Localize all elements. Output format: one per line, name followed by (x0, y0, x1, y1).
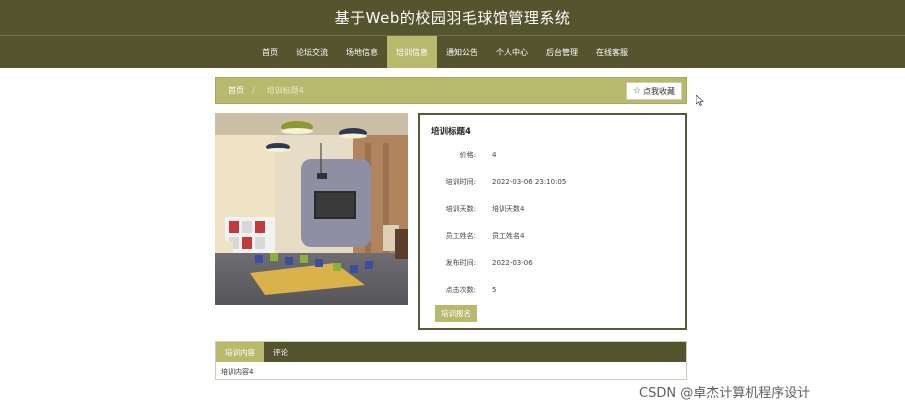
nav-item-courts[interactable]: 场地信息 (337, 36, 387, 68)
favorite-button[interactable]: ☆ 点我收藏 (625, 82, 682, 100)
nav-list: 首页 论坛交流 场地信息 培训信息 通知公告 个人中心 后台管理 在线客服 (253, 36, 637, 68)
detail-label: 发布时间: (445, 259, 476, 267)
content-tabs: 培训内容 评论 培训内容4 (215, 341, 687, 380)
detail-value: 培训天数4 (492, 205, 525, 213)
mouse-cursor-icon (696, 95, 704, 106)
nav-item-notices[interactable]: 通知公告 (437, 36, 487, 68)
classroom-image (215, 113, 408, 305)
watermark: CSDN @卓杰计算机程序设计 (639, 386, 811, 401)
tab-bar: 培训内容 评论 (216, 342, 686, 362)
detail-label: 培训时间: (445, 178, 476, 186)
nav-item-forum[interactable]: 论坛交流 (287, 36, 337, 68)
detail-label: 点击次数: (445, 286, 476, 294)
signup-button[interactable]: 培训报名 (435, 305, 477, 322)
detail-value: 2022-03-06 23:10:05 (492, 178, 567, 186)
detail-label: 员工姓名: (445, 232, 476, 240)
detail-row-publish-time: 发布时间: 2022-03-06 (420, 257, 685, 269)
detail-value: 4 (492, 151, 497, 159)
detail-row-price: 价格: 4 (420, 149, 685, 161)
site-header: 基于Web的校园羽毛球馆管理系统 (0, 0, 905, 35)
favorite-button-label: 点我收藏 (643, 86, 675, 96)
nav-item-profile[interactable]: 个人中心 (487, 36, 537, 68)
detail-value: 员工姓名4 (492, 232, 525, 240)
nav-item-admin[interactable]: 后台管理 (537, 36, 587, 68)
training-photo (215, 113, 408, 305)
detail-value: 2022-03-06 (492, 259, 533, 267)
breadcrumb: 首页 / 培训标题4 ☆ 点我收藏 (215, 77, 687, 104)
tab-content: 培训内容4 (221, 368, 254, 376)
training-title: 培训标题4 (431, 127, 471, 137)
breadcrumb-home[interactable]: 首页 (228, 85, 244, 96)
detail-label: 价格: (459, 151, 476, 159)
site-title: 基于Web的校园羽毛球馆管理系统 (334, 9, 571, 27)
training-detail-card: 培训标题4 价格: 4 培训时间: 2022-03-06 23:10:05 培训… (418, 113, 687, 330)
detail-value: 5 (492, 286, 497, 294)
detail-row-training-days: 培训天数: 培训天数4 (420, 203, 685, 215)
main-nav: 首页 论坛交流 场地信息 培训信息 通知公告 个人中心 后台管理 在线客服 (0, 35, 905, 68)
tab-comments[interactable]: 评论 (264, 342, 297, 362)
breadcrumb-current: 培训标题4 (266, 86, 304, 95)
star-icon: ☆ (632, 85, 641, 96)
breadcrumb-separator: / (252, 86, 255, 95)
detail-row-training-time: 培训时间: 2022-03-06 23:10:05 (420, 176, 685, 188)
detail-label: 培训天数: (445, 205, 476, 213)
tab-training-content[interactable]: 培训内容 (216, 342, 264, 362)
nav-item-support[interactable]: 在线客服 (587, 36, 637, 68)
nav-item-training[interactable]: 培训信息 (387, 36, 437, 68)
nav-item-home[interactable]: 首页 (253, 36, 287, 68)
detail-row-employee-name: 员工姓名: 员工姓名4 (420, 230, 685, 242)
detail-row-click-count: 点击次数: 5 (420, 284, 685, 296)
